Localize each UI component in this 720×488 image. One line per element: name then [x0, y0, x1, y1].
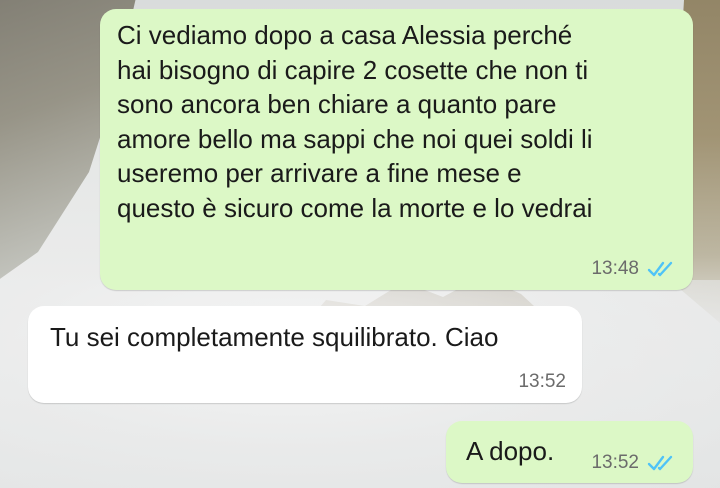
message-meta: 13:52: [591, 452, 677, 474]
message-line: Ci vediamo dopo a casa Alessia perché: [117, 20, 573, 50]
message-line: A dopo.: [466, 436, 555, 466]
message-text: Tu sei completamente squilibrato. Ciao: [50, 320, 498, 355]
message-timestamp: 13:48: [591, 258, 639, 279]
outgoing-message-bubble[interactable]: Ci vediamo dopo a casa Alessia perché ha…: [100, 9, 693, 290]
message-text: Ci vediamo dopo a casa Alessia perché ha…: [117, 18, 593, 225]
message-timestamp: 13:52: [591, 452, 639, 473]
message-line: questo è sicuro come la morte e lo vedra…: [117, 192, 593, 223]
incoming-message-bubble[interactable]: Tu sei completamente squilibrato. Ciao 1…: [28, 306, 582, 403]
double-check-icon: [647, 261, 673, 277]
message-text: A dopo.: [466, 434, 554, 469]
message-timestamp: 13:52: [518, 371, 566, 392]
outgoing-message-bubble[interactable]: A dopo. 13:52: [446, 421, 693, 483]
message-line: sono ancora ben chiare a quanto pare: [117, 89, 557, 119]
message-line: useremo per arrivare a fine mese e: [117, 158, 522, 188]
message-line: hai bisogno di capire 2 cosette che non …: [117, 54, 589, 85]
message-meta: 13:48: [591, 258, 677, 280]
message-line: amore bello ma sappi che noi quei soldi …: [117, 123, 593, 154]
double-check-icon: [647, 455, 673, 471]
message-line: Tu sei completamente squilibrato. Ciao: [50, 322, 499, 352]
message-meta: 13:52: [518, 371, 566, 393]
